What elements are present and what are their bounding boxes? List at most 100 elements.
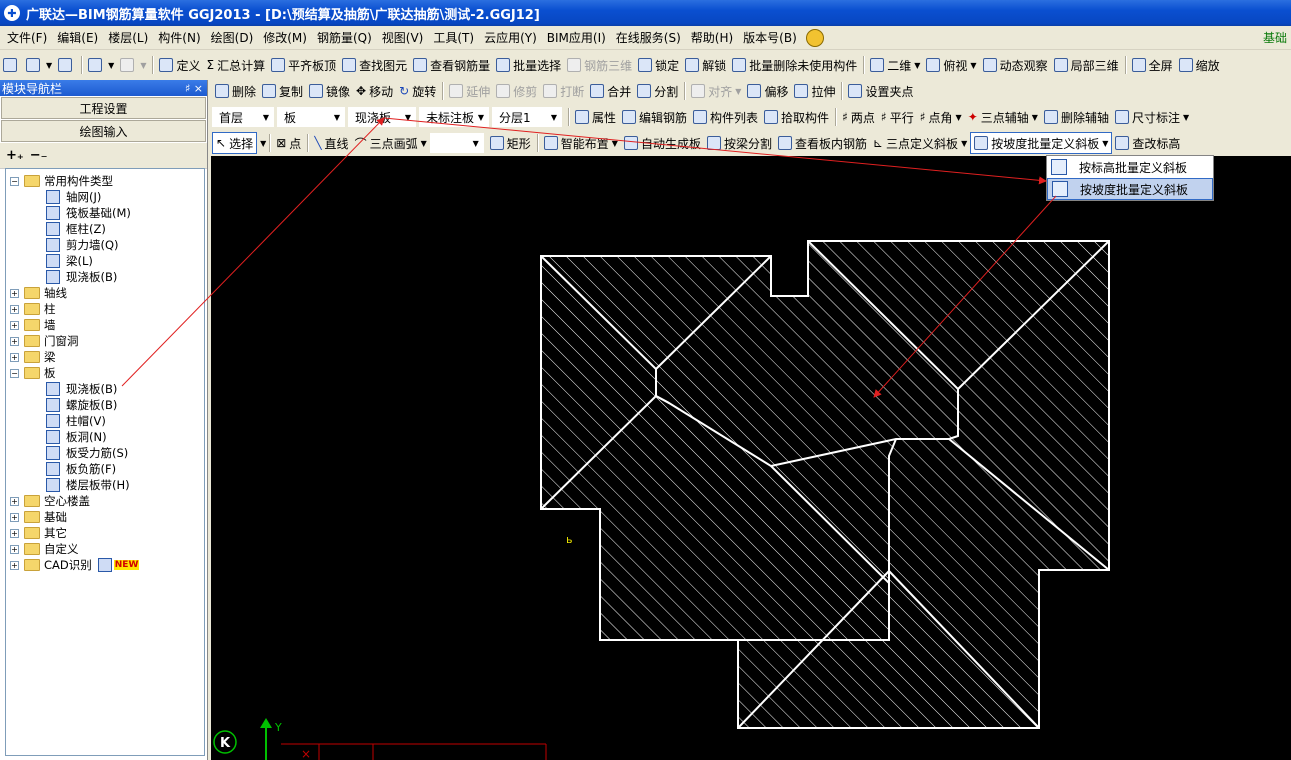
category-select[interactable]: 板 ▼ [277, 107, 345, 127]
redo-button[interactable]: ▼ [117, 54, 149, 76]
trim-button[interactable]: 修剪 [493, 80, 540, 102]
set-grip-button[interactable]: 设置夹点 [845, 80, 916, 102]
collapse-icon[interactable]: − [10, 368, 19, 378]
tree-item[interactable]: 楼层板带(H) [46, 477, 130, 493]
dimension-button[interactable]: 尺寸标注 ▼ [1112, 106, 1192, 128]
tree-folder[interactable]: + 空心楼盖 [10, 493, 90, 509]
collapse-icon[interactable]: − [10, 176, 19, 186]
expand-icon[interactable]: + [10, 320, 19, 330]
open-file-button[interactable]: ▼ [23, 54, 55, 76]
new-file-button[interactable] [0, 54, 23, 76]
flush-top-button[interactable]: 平齐板顶 [268, 54, 339, 76]
two-points-button[interactable]: ♯ 两点 [839, 106, 878, 128]
tree-folder[interactable]: − 板 [10, 365, 56, 381]
batch-slope-by-grade-button[interactable]: 按坡度批量定义斜板 ▼ [970, 132, 1113, 154]
fullscreen-button[interactable]: 全屏 [1129, 54, 1176, 76]
move-button[interactable]: ✥ 移动 [353, 80, 396, 102]
expand-all-icon[interactable]: +₊ [6, 148, 24, 163]
menu-online[interactable]: 在线服务(S) [611, 29, 686, 46]
select-dropdown[interactable]: ▼ [260, 139, 266, 148]
extend-button[interactable]: 延伸 [446, 80, 493, 102]
tree-folder[interactable]: + 梁 [10, 349, 56, 365]
tree-item[interactable]: 筏板基础(M) [46, 205, 131, 221]
tree-item[interactable]: 板洞(N) [46, 429, 107, 445]
point-button[interactable]: ⊠ 点 [273, 132, 304, 154]
rebar-3d-button[interactable]: 钢筋三维 [564, 54, 635, 76]
tree-folder[interactable]: + 其它 [10, 525, 67, 541]
line-button[interactable]: ╲ 直线 [311, 132, 351, 154]
tree-folder[interactable]: − 常用构件类型 [10, 173, 113, 189]
tree-folder[interactable]: + 自定义 [10, 541, 79, 557]
pick-component-button[interactable]: 拾取构件 [761, 106, 832, 128]
menu-draw[interactable]: 绘图(D) [206, 29, 259, 46]
tree-item[interactable]: 梁(L) [46, 253, 93, 269]
arc-button[interactable]: ⌒ 三点画弧 ▼ [352, 132, 430, 154]
tree-item[interactable]: 轴网(J) [46, 189, 101, 205]
tree-folder[interactable]: + 墙 [10, 317, 56, 333]
menu-help[interactable]: 帮助(H) [686, 29, 738, 46]
auto-generate-button[interactable]: 自动生成板 [621, 132, 704, 154]
draw-input-button[interactable]: 绘图输入 [1, 120, 206, 142]
stretch-button[interactable]: 拉伸 [791, 80, 838, 102]
expand-icon[interactable]: + [10, 496, 19, 506]
offset-button[interactable]: 偏移 [744, 80, 791, 102]
menu-rebar-qty[interactable]: 钢筋量(Q) [312, 29, 377, 46]
tree-folder[interactable]: + 轴线 [10, 285, 67, 301]
floor-select[interactable]: 首层 ▼ [212, 107, 274, 127]
tree-item[interactable]: 柱帽(V) [46, 413, 106, 429]
expand-icon[interactable]: + [10, 512, 19, 522]
three-point-slope-button[interactable]: ⊾ 三点定义斜板 ▼ [870, 132, 970, 154]
lock-button[interactable]: 锁定 [635, 54, 682, 76]
expand-icon[interactable]: + [10, 560, 19, 570]
rect-button[interactable]: 矩形 [487, 132, 534, 154]
menu-view[interactable]: 视图(V) [377, 29, 429, 46]
rotate-button[interactable]: ↻ 旋转 [396, 80, 439, 102]
view-rebar-button[interactable]: 查看钢筋量 [410, 54, 493, 76]
split-button[interactable]: 分割 [634, 80, 681, 102]
tree-item[interactable]: 板受力筋(S) [46, 445, 128, 461]
arc-option-select[interactable]: ▼ [429, 133, 484, 153]
tree-item[interactable]: 板负筋(F) [46, 461, 116, 477]
copy-button[interactable]: 复制 [259, 80, 306, 102]
batch-delete-unused-button[interactable]: 批量删除未使用构件 [729, 54, 860, 76]
menu-bim[interactable]: BIM应用(I) [542, 29, 611, 46]
expand-icon[interactable]: + [10, 528, 19, 538]
tree-item[interactable]: 螺旋板(B) [46, 397, 117, 413]
menu-item-batch-by-elevation[interactable]: 按标高批量定义斜板 [1047, 156, 1213, 178]
expand-icon[interactable]: + [10, 544, 19, 554]
properties-button[interactable]: 属性 [572, 106, 619, 128]
project-settings-button[interactable]: 工程设置 [1, 97, 206, 119]
point-angle-button[interactable]: ♯ 点角 ▼ [917, 106, 965, 128]
component-type-select[interactable]: 现浇板 ▼ [348, 107, 416, 127]
tree-folder[interactable]: + CAD识别 NEW [10, 557, 140, 573]
edit-rebar-button[interactable]: 编辑钢筋 [619, 106, 690, 128]
expand-icon[interactable]: + [10, 288, 19, 298]
tree-folder[interactable]: + 门窗洞 [10, 333, 79, 349]
merge-button[interactable]: 合并 [587, 80, 634, 102]
unlock-button[interactable]: 解锁 [682, 54, 729, 76]
drawing-canvas[interactable]: ь Y K × [211, 156, 1291, 760]
zoom-button[interactable]: 缩放 [1176, 54, 1223, 76]
find-element-button[interactable]: 查找图元 [339, 54, 410, 76]
sum-calc-button[interactable]: Σ 汇总计算 [203, 54, 268, 76]
mirror-button[interactable]: 镜像 [306, 80, 353, 102]
nav-pin-close-icon[interactable]: ♯ × [185, 82, 207, 95]
local-3d-button[interactable]: 局部三维 [1051, 54, 1122, 76]
select-button[interactable]: ↖ 选择 [212, 132, 258, 154]
view-elevation-button[interactable]: 查改标高 [1112, 132, 1183, 154]
tree-item[interactable]: 现浇板(B) [46, 269, 117, 285]
break-button[interactable]: 打断 [540, 80, 587, 102]
top-view-button[interactable]: 俯视 ▼ [923, 54, 979, 76]
layer-select[interactable]: 分层1 ▼ [492, 107, 562, 127]
menu-component[interactable]: 构件(N) [153, 29, 205, 46]
menu-edit[interactable]: 编辑(E) [52, 29, 103, 46]
menu-tools[interactable]: 工具(T) [428, 29, 479, 46]
menu-floor[interactable]: 楼层(L) [103, 29, 153, 46]
tree-item[interactable]: 现浇板(B) [46, 381, 117, 397]
save-button[interactable] [55, 54, 78, 76]
view-slab-rebar-button[interactable]: 查看板内钢筋 [775, 132, 870, 154]
parallel-button[interactable]: ♯ 平行 [878, 106, 917, 128]
define-button[interactable]: 定义 [156, 54, 203, 76]
split-by-beam-button[interactable]: 按梁分割 [704, 132, 775, 154]
menu-cloud[interactable]: 云应用(Y) [479, 29, 542, 46]
